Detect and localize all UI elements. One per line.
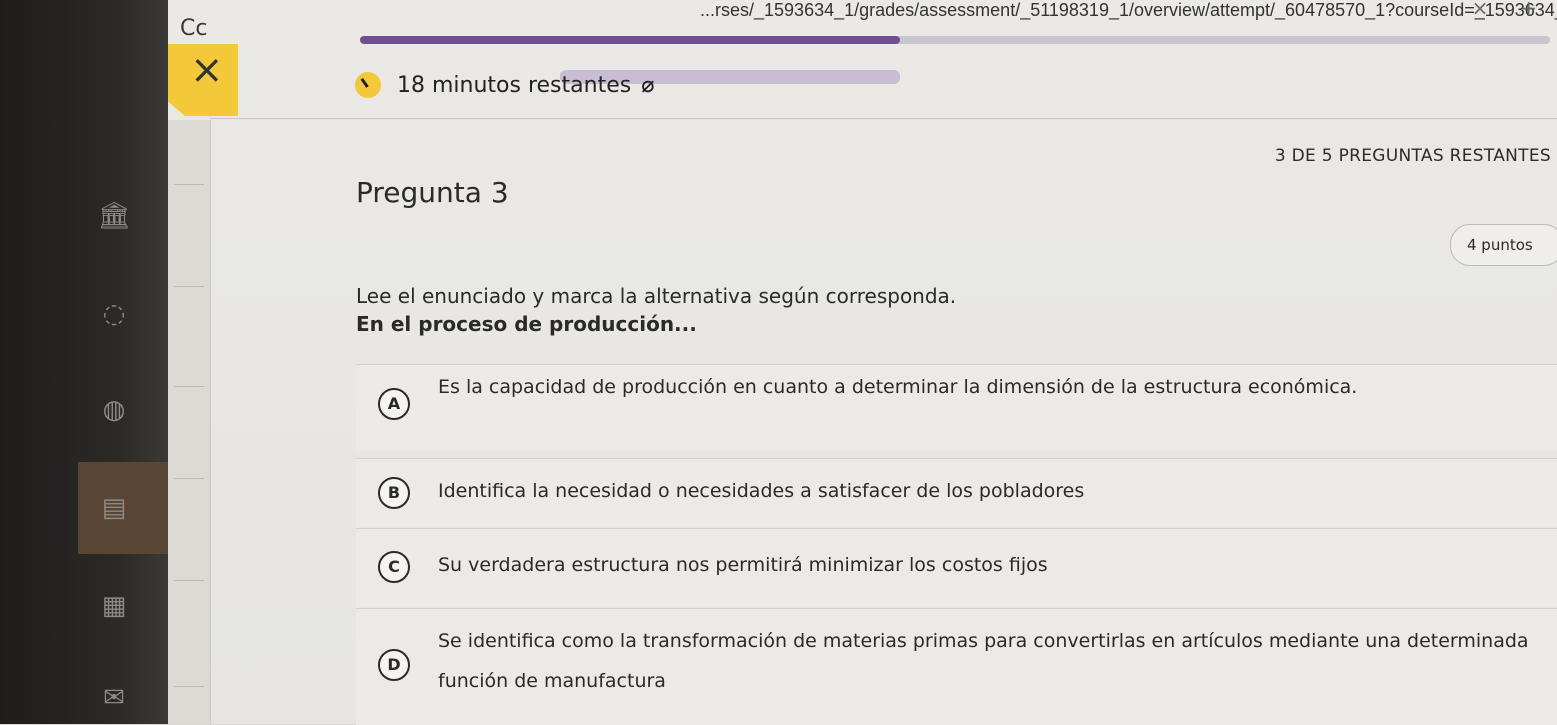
app-sidebar xyxy=(0,0,168,724)
question-title: Pregunta 3 xyxy=(356,176,509,209)
question-prompt: En el proceso de producción... xyxy=(356,312,697,336)
tab-controls: × + xyxy=(1472,0,1537,20)
close-tab-icon[interactable]: × xyxy=(1472,0,1489,20)
points-badge: 4 puntos xyxy=(1450,224,1557,266)
questions-remaining: 3 DE 5 PREGUNTAS RESTANTES xyxy=(1274,146,1551,166)
answer-option-a[interactable]: A Es la capacidad de producción en cuant… xyxy=(356,364,1557,451)
new-tab-icon[interactable]: + xyxy=(1520,0,1537,20)
option-radio-a[interactable]: A xyxy=(378,388,410,420)
address-bar[interactable]: ...rses/_1593634_1/grades/assessment/_51… xyxy=(700,0,1557,21)
option-text-a[interactable]: Es la capacidad de producción en cuanto … xyxy=(438,373,1548,401)
hide-timer-icon[interactable]: ⌀ xyxy=(641,73,654,98)
tab-title-fragment[interactable]: Cc xyxy=(180,16,207,41)
option-radio-b[interactable]: B xyxy=(378,477,410,509)
timer-text: 18 minutos restantes xyxy=(397,72,632,98)
nav-strip-divider xyxy=(174,184,204,185)
answer-option-b[interactable]: B Identifica la necesidad o necesidades … xyxy=(356,458,1557,527)
option-radio-c[interactable]: C xyxy=(378,551,410,583)
globe-icon[interactable]: ◍ xyxy=(92,392,136,428)
calendar-icon[interactable]: ▤ xyxy=(92,490,136,526)
mail-icon[interactable]: ✉ xyxy=(92,680,136,716)
close-icon[interactable]: × xyxy=(190,50,224,90)
institution-icon[interactable]: 🏛 xyxy=(92,198,136,234)
answer-option-d[interactable]: D Se identifica como la transformación d… xyxy=(356,608,1557,725)
timer-icon xyxy=(355,72,381,98)
grid-icon[interactable]: ▦ xyxy=(92,588,136,624)
option-text-d[interactable]: Se identifica como la transformación de … xyxy=(438,621,1548,701)
option-text-b[interactable]: Identifica la necesidad o necesidades a … xyxy=(438,477,1548,505)
question-nav-strip xyxy=(168,120,211,724)
nav-strip-divider xyxy=(174,580,204,581)
timer: 18 minutos restantes ⌀ xyxy=(355,72,654,98)
nav-strip-divider xyxy=(174,478,204,479)
option-text-c[interactable]: Su verdadera estructura nos permitirá mi… xyxy=(438,551,1548,579)
question-instruction: Lee el enunciado y marca la alternativa … xyxy=(356,284,957,308)
nav-strip-divider xyxy=(174,386,204,387)
person-icon[interactable]: ◌ xyxy=(92,296,136,332)
nav-strip-divider xyxy=(174,286,204,287)
nav-strip-divider xyxy=(174,686,204,687)
header-divider xyxy=(210,118,1557,119)
option-radio-d[interactable]: D xyxy=(378,649,410,681)
answer-option-c[interactable]: C Su verdadera estructura nos permitirá … xyxy=(356,528,1557,607)
progress-fill xyxy=(360,36,900,44)
